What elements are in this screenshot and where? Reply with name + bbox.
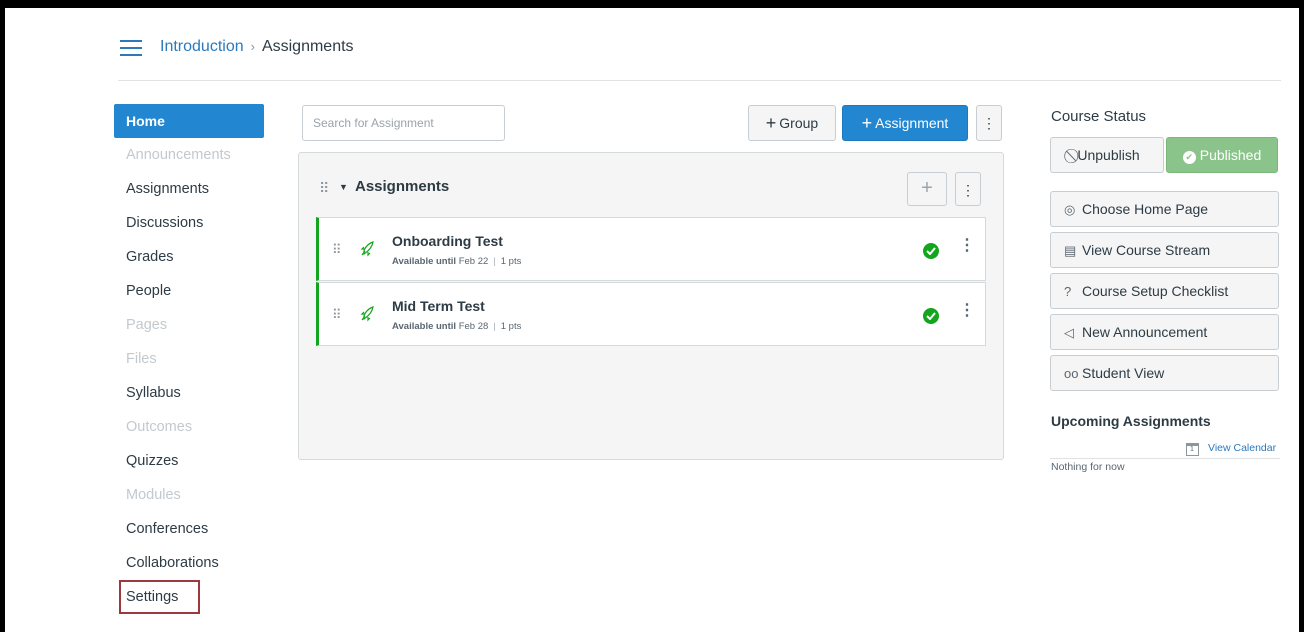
page-options-kebab-icon[interactable]: ⋮: [976, 105, 1002, 141]
published-check-icon[interactable]: [923, 308, 939, 324]
new-announcement-button[interactable]: ◁ New Announcement: [1050, 314, 1279, 350]
assignment-meta: Available until Feb 28 | 1 pts: [392, 321, 522, 332]
view-course-stream-button[interactable]: ▤ View Course Stream: [1050, 232, 1279, 268]
plus-icon: +: [861, 113, 873, 133]
student-view-button[interactable]: oo Student View: [1050, 355, 1279, 391]
assignment-points: 1 pts: [500, 256, 522, 267]
glasses-icon: oo: [1064, 366, 1079, 381]
question-circle-icon: ?: [1064, 284, 1072, 299]
choose-home-page-button[interactable]: ◎ Choose Home Page: [1050, 191, 1279, 227]
available-date: Feb 28: [458, 321, 489, 332]
plus-icon: +: [765, 113, 777, 133]
add-assignment-button[interactable]: + Assignment: [842, 105, 968, 141]
assignment-options-kebab-icon[interactable]: ⋮: [959, 238, 975, 254]
upcoming-divider: [1050, 458, 1280, 459]
unpublish-button[interactable]: ⃠Unpublish: [1050, 137, 1164, 173]
upcoming-assignments-heading: Upcoming Assignments: [1051, 413, 1211, 429]
add-assignment-label: Assignment: [875, 115, 949, 131]
megaphone-icon: ◁: [1064, 325, 1074, 340]
student-view-label: Student View: [1082, 365, 1165, 381]
screen-frame-right: [1299, 0, 1304, 632]
add-group-label: Group: [779, 115, 819, 131]
nav-item-quizzes[interactable]: Quizzes: [114, 444, 264, 478]
calendar-icon[interactable]: 1: [1186, 443, 1199, 456]
assignment-title-link[interactable]: Onboarding Test: [392, 233, 503, 249]
available-date: Feb 22: [458, 256, 489, 267]
search-assignment-input[interactable]: [302, 105, 505, 141]
assignment-group-title[interactable]: Assignments: [355, 178, 449, 195]
hamburger-menu-icon[interactable]: [120, 39, 142, 57]
nav-item-discussions[interactable]: Discussions: [114, 206, 264, 240]
add-group-button[interactable]: + Group: [748, 105, 836, 141]
nav-item-home[interactable]: Home: [114, 104, 264, 138]
assignment-title-link[interactable]: Mid Term Test: [392, 298, 485, 314]
nav-item-conferences[interactable]: Conferences: [114, 512, 264, 546]
breadcrumb-course-link[interactable]: Introduction: [160, 38, 244, 55]
assignment-row[interactable]: ⠿ Mid Term Test Available until Feb 28 | 1…: [316, 282, 986, 346]
nav-item-syllabus[interactable]: Syllabus: [114, 376, 264, 410]
nothing-for-now-text: Nothing for now: [1051, 461, 1125, 473]
published-check-icon[interactable]: [923, 243, 939, 259]
assignment-rocket-icon: [360, 306, 374, 322]
view-calendar-link[interactable]: View Calendar: [1208, 442, 1276, 454]
drag-handle-icon[interactable]: ⠿: [332, 307, 341, 323]
course-status-heading: Course Status: [1051, 108, 1147, 125]
group-options-kebab-icon[interactable]: ⋮: [955, 172, 981, 206]
view-course-stream-label: View Course Stream: [1082, 242, 1211, 258]
nav-item-people[interactable]: People: [114, 274, 264, 308]
nav-item-outcomes[interactable]: Outcomes: [114, 410, 264, 444]
unpublish-label: Unpublish: [1077, 147, 1140, 163]
assignment-row[interactable]: ⠿ Onboarding Test Available until Feb 22…: [316, 217, 986, 281]
available-label: Available until: [392, 321, 457, 332]
target-icon: ◎: [1064, 202, 1076, 217]
group-collapse-caret-icon[interactable]: ▼: [339, 182, 348, 192]
choose-home-page-label: Choose Home Page: [1082, 201, 1209, 217]
nav-item-grades[interactable]: Grades: [114, 240, 264, 274]
published-button[interactable]: ✔ Published: [1166, 137, 1278, 173]
nav-item-files[interactable]: Files: [114, 342, 264, 376]
new-announcement-label: New Announcement: [1082, 324, 1208, 340]
breadcrumb: Introduction › Assignments: [160, 36, 354, 58]
calendar-icon-text: 1: [1190, 446, 1194, 453]
header-divider: [118, 80, 1281, 81]
nav-item-announcements[interactable]: Announcements: [114, 138, 264, 172]
course-navigation: Home Announcements Assignments Discussio…: [114, 104, 264, 614]
screen-frame-top: [0, 0, 1304, 8]
breadcrumb-current: Assignments: [261, 38, 354, 55]
stream-icon: ▤: [1064, 243, 1077, 258]
nav-item-pages[interactable]: Pages: [114, 308, 264, 342]
nav-item-assignments[interactable]: Assignments: [114, 172, 264, 206]
group-drag-handle-icon[interactable]: ⠿: [319, 180, 329, 197]
assignment-options-kebab-icon[interactable]: ⋮: [959, 303, 975, 319]
nav-item-collaborations[interactable]: Collaborations: [114, 546, 264, 580]
available-label: Available until: [392, 256, 457, 267]
assignment-meta: Available until Feb 22 | 1 pts: [392, 256, 522, 267]
breadcrumb-separator: ›: [250, 39, 255, 54]
course-setup-checklist-button[interactable]: ? Course Setup Checklist: [1050, 273, 1279, 309]
screen-frame-left: [0, 0, 5, 632]
drag-handle-icon[interactable]: ⠿: [332, 242, 341, 258]
published-label: Published: [1199, 147, 1262, 163]
add-assignment-to-group-button[interactable]: +: [907, 172, 947, 206]
check-circle-icon: ✔: [1182, 151, 1196, 164]
nav-item-modules[interactable]: Modules: [114, 478, 264, 512]
assignment-points: 1 pts: [500, 321, 522, 332]
assignment-rocket-icon: [360, 241, 374, 257]
course-setup-checklist-label: Course Setup Checklist: [1082, 283, 1229, 299]
assignment-group: ⠿ ▼ Assignments + ⋮ ⠿ Onboarding Test Av…: [298, 152, 1004, 460]
nav-item-settings[interactable]: Settings: [119, 580, 200, 614]
